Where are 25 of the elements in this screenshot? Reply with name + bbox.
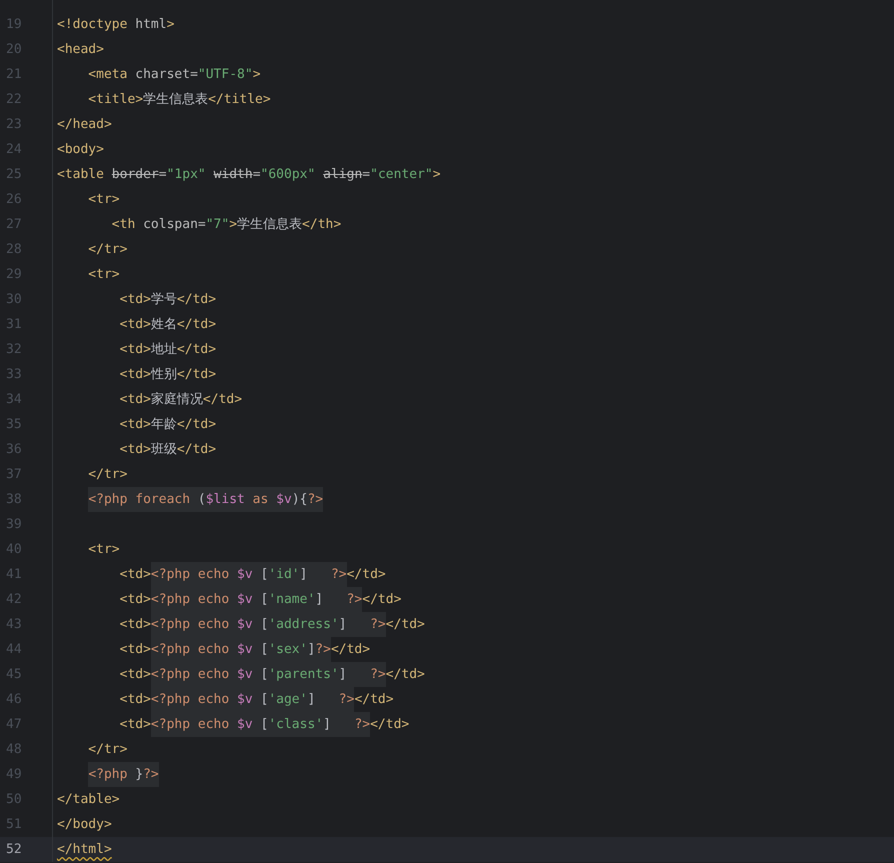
- code-line: </head>: [57, 116, 112, 134]
- code-line: </tr>: [87, 466, 128, 484]
- code-line: <title>学生信息表</title>: [87, 91, 271, 109]
- code-line: </table>: [57, 791, 120, 809]
- code-line: <!doctype html>: [57, 16, 174, 34]
- code-line: <td>年龄</td>: [118, 416, 216, 434]
- code-line: <table border="1px" width="600px" align="center">: [57, 166, 441, 184]
- code-line: <th colspan="7">学生信息表</th>: [110, 216, 342, 234]
- code-line: </html>: [57, 841, 112, 859]
- code-line: <head>: [57, 41, 104, 59]
- code-line: <td>姓名</td>: [118, 316, 216, 334]
- code-line: <td>家庭情况</td>: [118, 391, 242, 409]
- code-line: <tr>: [87, 191, 120, 209]
- code-line: <td>地址</td>: [118, 341, 216, 359]
- code-line: <td>学号</td>: [118, 291, 216, 309]
- code-line: <td>班级</td>: [118, 441, 216, 459]
- code-line: </tr>: [87, 741, 128, 759]
- line-number: 52: [6, 841, 22, 859]
- code-line: </body>: [57, 816, 112, 834]
- code-line: <td>性别</td>: [118, 366, 216, 384]
- code-line: </tr>: [87, 241, 128, 259]
- code-line: <tr>: [87, 266, 120, 284]
- code-line: <tr>: [87, 541, 120, 559]
- code-line: <meta charset="UTF-8">: [87, 66, 261, 84]
- code-line: <body>: [57, 141, 104, 159]
